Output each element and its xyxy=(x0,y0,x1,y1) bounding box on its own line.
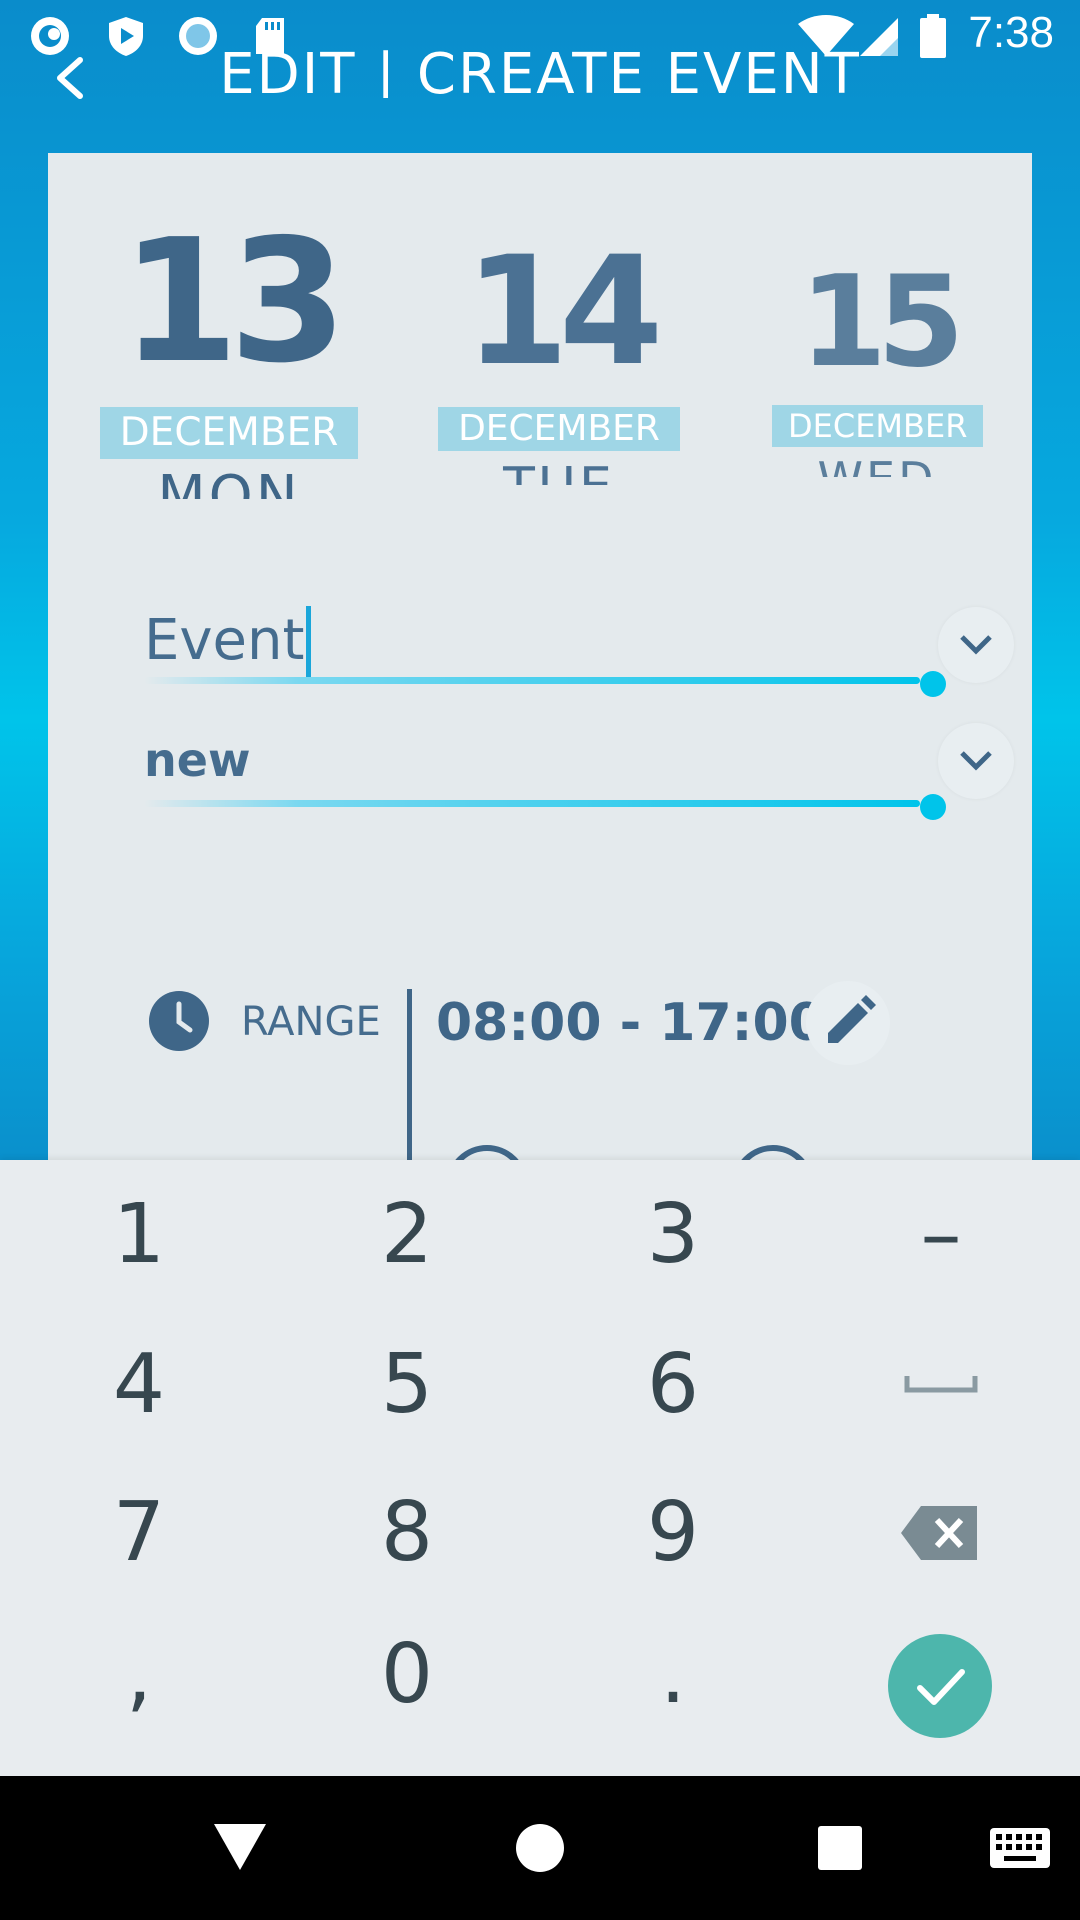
check-icon xyxy=(917,1669,965,1705)
type-underline xyxy=(144,800,920,807)
backspace-icon xyxy=(901,1506,977,1560)
nav-back-icon[interactable] xyxy=(212,1822,268,1872)
title-dropdown-button[interactable] xyxy=(938,607,1014,683)
event-type-field[interactable]: new xyxy=(144,693,1014,833)
key-4[interactable]: 4 xyxy=(4,1310,274,1460)
key-7[interactable]: 7 xyxy=(4,1458,274,1608)
type-dropdown-button[interactable] xyxy=(938,723,1014,799)
range-label: RANGE xyxy=(241,999,381,1045)
event-card: 13 DECEMBER MON 14 DECEMBER TUE 15 DECEM… xyxy=(48,153,1032,1160)
system-nav-bar xyxy=(0,1776,1080,1920)
key-space[interactable] xyxy=(806,1310,1076,1460)
date-day-number: 15 xyxy=(799,248,964,395)
key-3[interactable]: 3 xyxy=(538,1160,808,1310)
date-option-15[interactable]: 15 DECEMBER WED xyxy=(772,248,984,477)
keyboard-switch-icon[interactable] xyxy=(988,1826,1052,1870)
pencil-icon xyxy=(828,995,876,1043)
title-underline xyxy=(144,677,920,684)
text-cursor xyxy=(306,605,312,682)
event-title-input[interactable]: Event xyxy=(144,601,312,682)
end-time-dial[interactable] xyxy=(732,1145,814,1160)
start-time-dial[interactable] xyxy=(446,1145,528,1160)
date-weekday: WED xyxy=(772,447,982,477)
numeric-keyboard: 1 2 3 – 4 5 6 7 8 9 , 0 . xyxy=(0,1160,1080,1776)
clock-icon xyxy=(149,991,209,1051)
date-day-number: 14 xyxy=(464,225,664,399)
date-month-badge: DECEMBER xyxy=(99,407,359,459)
nav-recents-icon[interactable] xyxy=(816,1824,864,1872)
key-period[interactable]: . xyxy=(538,1600,808,1750)
date-weekday: MON xyxy=(157,464,301,499)
chevron-down-icon xyxy=(960,751,992,771)
time-range-value: 08:00 - 17:00 xyxy=(436,993,825,1053)
date-option-14[interactable]: 14 DECEMBER TUE xyxy=(434,237,684,485)
page-title: EDIT | CREATE EVENT xyxy=(219,42,861,98)
event-type-value: new xyxy=(144,733,251,787)
event-title-field[interactable]: Event xyxy=(144,563,1014,703)
nav-home-icon[interactable] xyxy=(514,1822,566,1874)
key-1[interactable]: 1 xyxy=(4,1160,274,1310)
key-backspace[interactable] xyxy=(806,1458,1076,1608)
key-0[interactable]: 0 xyxy=(272,1600,542,1750)
done-button[interactable] xyxy=(888,1634,992,1738)
key-comma[interactable]: , xyxy=(4,1600,274,1750)
date-option-13[interactable]: 13 DECEMBER MON xyxy=(94,217,364,499)
type-underline-dot xyxy=(920,794,946,820)
chevron-down-icon xyxy=(960,635,992,655)
event-title-value: Event xyxy=(144,608,305,673)
key-minus[interactable]: – xyxy=(806,1160,1076,1310)
range-divider xyxy=(407,989,412,1160)
space-bar-icon xyxy=(904,1376,978,1393)
key-2[interactable]: 2 xyxy=(272,1160,542,1310)
edit-time-button[interactable] xyxy=(806,981,890,1065)
key-5[interactable]: 5 xyxy=(272,1310,542,1460)
key-6[interactable]: 6 xyxy=(538,1310,808,1460)
date-weekday: TUE xyxy=(434,451,684,485)
key-9[interactable]: 9 xyxy=(538,1458,808,1608)
date-month-badge: DECEMBER xyxy=(772,405,984,447)
key-8[interactable]: 8 xyxy=(272,1458,542,1608)
date-month-badge: DECEMBER xyxy=(438,407,680,451)
date-day-number: 13 xyxy=(120,203,348,401)
